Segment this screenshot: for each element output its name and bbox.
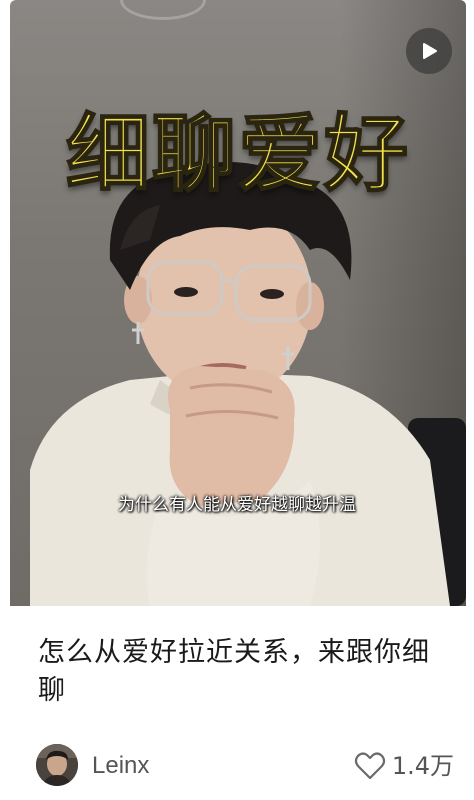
video-overlay-title: 细聊爱好 (65, 104, 410, 204)
avatar-image (36, 744, 78, 786)
post-footer: Leinx 1.4万 (36, 744, 454, 788)
heart-icon (354, 752, 385, 780)
video-cover[interactable]: 细聊爱好 为什么有人能从爱好越聊越升温 (10, 0, 466, 606)
post-card[interactable]: 细聊爱好 为什么有人能从爱好越聊越升温 怎么从爱好拉近关系，来跟你细聊 Lein… (10, 0, 466, 800)
author-name[interactable]: Leinx (92, 752, 149, 780)
like-count: 1.4万 (391, 752, 454, 780)
video-subtitle: 为什么有人能从爱好越聊越升温 (118, 495, 356, 515)
play-icon (423, 43, 437, 59)
like-button[interactable]: 1.4万 (354, 750, 454, 782)
post-title[interactable]: 怎么从爱好拉近关系，来跟你细聊 (38, 634, 448, 710)
play-button[interactable] (406, 28, 452, 74)
avatar[interactable] (36, 744, 78, 786)
